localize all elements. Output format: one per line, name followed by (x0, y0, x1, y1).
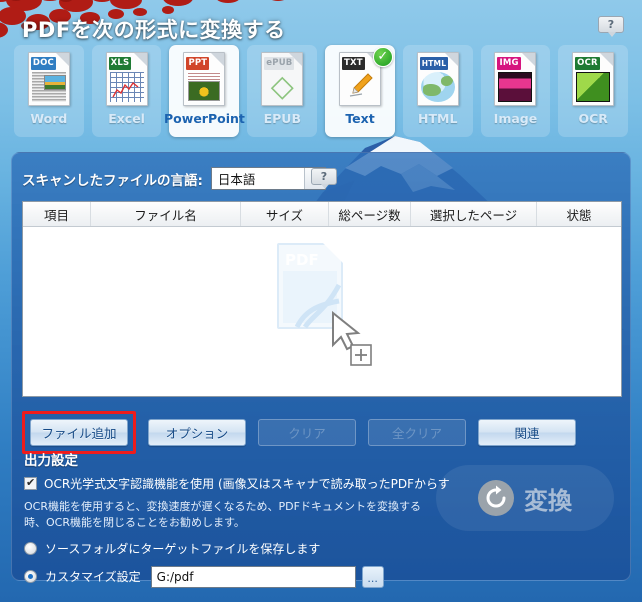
output-settings-title: 出力設定 (24, 453, 78, 469)
word-badge: DOC (30, 57, 56, 70)
format-tile-label: PowerPoint (164, 111, 245, 126)
action-button-row: ファイル追加 オプション クリア 全クリア 関連 (22, 411, 576, 454)
column-header-total-pages[interactable]: 総ページ数 (329, 202, 411, 226)
main-panel: スキャンしたファイルの言語: 日本語 項目 ファイル名 サイズ 総ページ数 選択… (11, 152, 631, 588)
powerpoint-file-icon: PPT (183, 52, 226, 106)
pdf-label: PDF (285, 251, 319, 269)
page-title: PDFを次の形式に変換する (22, 18, 286, 42)
epub-file-icon: ePUB ◇ (261, 52, 304, 106)
refresh-circle-icon (478, 480, 514, 516)
format-tile-html[interactable]: HTML HTML (402, 45, 473, 137)
format-tile-label: HTML (418, 111, 458, 126)
output-format-selector: DOC Word XLS Excel PPT PowerPoint ePUB ◇… (14, 45, 629, 137)
format-tile-epub[interactable]: ePUB ◇ EPUB (247, 45, 318, 137)
output-path-input[interactable]: G:/pdf (150, 565, 356, 588)
ocr-note-text: OCR機能を使用すると、変換速度が遅くなるため、PDFドキュメントを変換する時、… (24, 500, 421, 529)
language-help-icon[interactable]: ? (311, 168, 337, 189)
language-label: スキャンしたファイルの言語: (22, 172, 203, 189)
text-badge: TXT (342, 57, 365, 70)
save-to-source-row[interactable]: ソースフォルダにターゲットファイルを保存します (24, 540, 454, 557)
custom-path-radio[interactable] (24, 570, 37, 584)
file-list-table[interactable]: 項目 ファイル名 サイズ 総ページ数 選択したページ 状態 PDF (22, 201, 622, 397)
format-tile-label: Image (493, 111, 538, 126)
clear-button: クリア (258, 419, 356, 446)
image-file-icon: IMG (494, 52, 537, 106)
custom-path-label: カスタマイズ設定 (45, 570, 141, 585)
drop-files-illustration: PDF (267, 241, 377, 381)
column-header-size[interactable]: サイズ (241, 202, 329, 226)
table-body-empty[interactable]: PDF (23, 227, 621, 396)
ocr-checkbox-label: OCR光学式文字認識機能を使用 (画像又はスキャナで読み取ったPDFからす (44, 477, 450, 491)
ocr-checkbox-row[interactable]: OCR光学式文字認識機能を使用 (画像又はスキャナで読み取ったPDFからす (24, 475, 454, 492)
language-value: 日本語 (217, 172, 256, 187)
format-tile-label: OCR (578, 111, 608, 126)
table-header-row: 項目 ファイル名 サイズ 総ページ数 選択したページ 状態 (23, 202, 621, 227)
format-tile-label: Word (30, 111, 68, 126)
ocr-checkbox[interactable] (24, 476, 37, 490)
language-dropdown[interactable]: 日本語 (210, 167, 326, 190)
epub-badge: ePUB (264, 57, 295, 70)
clear-all-button: 全クリア (368, 419, 466, 446)
add-file-button[interactable]: ファイル追加 (30, 419, 128, 446)
column-header-status[interactable]: 状態 (537, 202, 621, 226)
pencil-icon (349, 73, 373, 97)
column-header-selected-pages[interactable]: 選択したページ (411, 202, 537, 226)
custom-path-row[interactable]: カスタマイズ設定 G:/pdf ... (24, 565, 454, 588)
column-header-item[interactable]: 項目 (23, 202, 91, 226)
drag-cursor-icon (332, 311, 372, 366)
format-tile-image[interactable]: IMG Image (480, 45, 551, 137)
column-header-filename[interactable]: ファイル名 (91, 202, 241, 226)
html-file-icon: HTML (416, 52, 459, 106)
format-tile-excel[interactable]: XLS Excel (91, 45, 162, 137)
html-badge: HTML (419, 57, 449, 70)
excel-file-icon: XLS (105, 52, 148, 106)
save-to-source-radio[interactable] (24, 541, 37, 555)
excel-badge: XLS (108, 57, 132, 70)
options-button[interactable]: オプション (148, 419, 246, 446)
browse-folder-button[interactable]: ... (361, 565, 384, 588)
convert-button-label: 変換 (524, 486, 572, 515)
format-tile-word[interactable]: DOC Word (14, 45, 84, 137)
output-settings-section: 出力設定 OCR光学式文字認識機能を使用 (画像又はスキャナで読み取ったPDFか… (24, 449, 454, 588)
ocr-badge: OCR (575, 57, 600, 70)
format-tile-label: Text (345, 111, 375, 126)
help-icon[interactable]: ? (598, 16, 624, 37)
format-tile-text[interactable]: TXT ✓ Text (325, 45, 395, 137)
ocr-file-icon: OCR (572, 52, 615, 106)
powerpoint-badge: PPT (186, 57, 210, 70)
image-badge: IMG (497, 57, 521, 70)
word-file-icon: DOC (27, 52, 70, 106)
selected-check-icon: ✓ (372, 47, 393, 67)
convert-button[interactable]: 変換 (436, 465, 614, 531)
format-tile-label: Excel (108, 111, 145, 126)
add-file-highlight-box: ファイル追加 (22, 411, 136, 454)
format-tile-powerpoint[interactable]: PPT PowerPoint (164, 45, 245, 137)
format-tile-ocr[interactable]: OCR OCR (558, 45, 629, 137)
format-tile-label: EPUB (263, 111, 301, 126)
related-button[interactable]: 関連 (478, 419, 576, 446)
language-row: スキャンしたファイルの言語: 日本語 (22, 167, 326, 190)
save-to-source-label: ソースフォルダにターゲットファイルを保存します (45, 541, 321, 556)
